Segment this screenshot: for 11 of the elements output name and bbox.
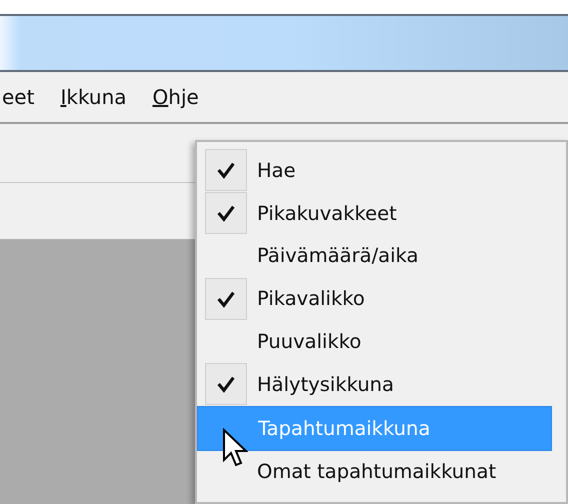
menu-item[interactable]: Puuvalikko	[197, 320, 566, 363]
menu-item[interactable]: Päivämäärä/aika	[197, 234, 566, 278]
menu-item[interactable]: Omat tapahtumaikkunat	[197, 450, 566, 494]
menu-item[interactable]: Hae	[197, 149, 566, 192]
menu-item[interactable]: eet	[2, 85, 34, 109]
menu-item[interactable]: Hälytysikkuna	[197, 362, 566, 406]
menu-item[interactable]: Pikakuvakkeet	[197, 192, 566, 235]
menu-item[interactable]: Ohje	[152, 85, 199, 109]
mouse-cursor-icon	[222, 428, 248, 468]
menu-item[interactable]: Ikkuna	[60, 85, 127, 109]
menu-item[interactable]: Pikavalikko	[197, 277, 566, 320]
